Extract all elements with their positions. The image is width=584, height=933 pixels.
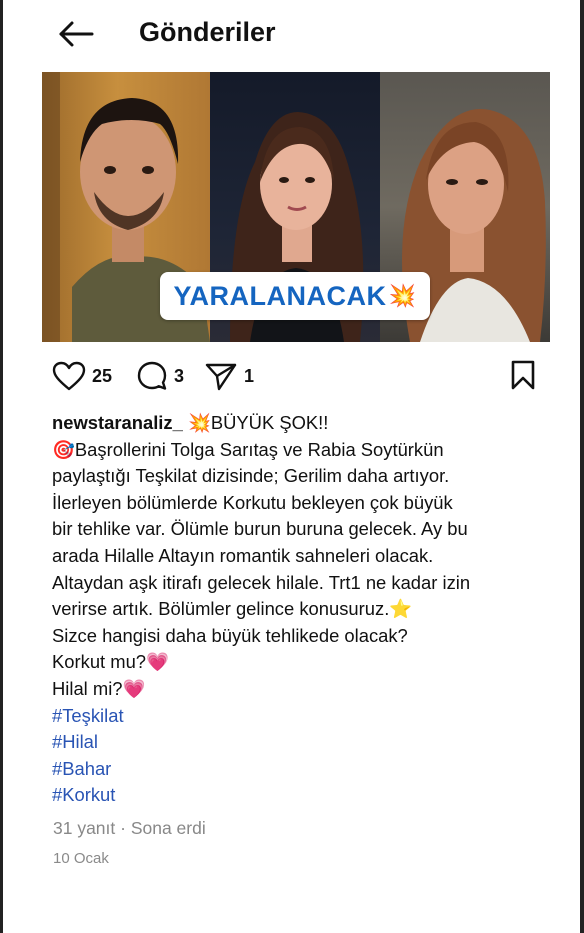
caption-line: Korkut mu?💗 xyxy=(52,651,169,673)
hashtag-link[interactable]: #Hilal xyxy=(52,729,542,756)
username-link[interactable]: newstaranaliz_ xyxy=(52,412,183,433)
send-icon xyxy=(205,363,237,391)
caption-line: Hilal mi?💗 xyxy=(52,677,146,699)
caption-line: arada Hilalle Altayın romantik sahneleri… xyxy=(52,544,434,566)
caption-line: Sizce hangisi daha büyük tehlikede olaca… xyxy=(52,624,408,646)
hashtag-link[interactable]: #Bahar xyxy=(52,756,542,783)
hashtag-link[interactable]: #Teşkilat xyxy=(52,703,542,730)
page-title: Gönderiler xyxy=(139,17,276,47)
back-button[interactable] xyxy=(54,14,98,54)
comment-icon xyxy=(137,361,167,390)
arrow-left-icon xyxy=(59,21,94,47)
post-image[interactable]: YARALANACAK 💥 xyxy=(42,72,550,342)
headline: 💥BÜYÜK ŞOK!! xyxy=(187,412,329,433)
caption-line: 🎯Başrollerini Tolga Sarıtaş ve Rabia Soy… xyxy=(52,438,444,460)
right-border xyxy=(580,0,584,933)
caption-first-line: newstaranaliz_ 💥BÜYÜK ŞOK!! xyxy=(52,410,542,437)
post-caption: newstaranaliz_ 💥BÜYÜK ŞOK!! 🎯Başrollerin… xyxy=(52,410,542,809)
like-button[interactable]: 25 xyxy=(52,356,112,396)
caption-line: verirse artık. Bölümler gelince konusuru… xyxy=(52,598,413,620)
hashtag-link[interactable]: #Korkut xyxy=(52,782,542,809)
caption-line: paylaştığı Teşkilat dizisinde; Gerilim d… xyxy=(52,465,450,487)
reply-status[interactable]: 31 yanıt · Sona erdi xyxy=(53,818,206,839)
caption-line: İlerleyen bölümlerde Korkutu bekleyen ço… xyxy=(52,491,453,513)
bookmark-icon xyxy=(511,360,535,390)
post-actions: 25 3 1 xyxy=(52,356,542,396)
left-border xyxy=(0,0,3,933)
heart-icon xyxy=(52,361,86,391)
comment-count: 3 xyxy=(174,365,185,386)
share-count: 1 xyxy=(244,365,255,386)
top-bar: Gönderiler xyxy=(0,0,584,68)
explosion-emoji: 💥 xyxy=(388,283,417,308)
bookmark-button[interactable] xyxy=(510,360,536,395)
post-date: 10 Ocak xyxy=(53,850,109,867)
caption-line: Altaydan aşk itirafı gelecek hilale. Trt… xyxy=(52,571,471,593)
like-count: 25 xyxy=(92,365,113,386)
caption-line: bir tehlike var. Ölümle burun buruna gel… xyxy=(52,518,468,540)
comment-button[interactable]: 3 xyxy=(136,356,184,396)
share-button[interactable]: 1 xyxy=(204,356,254,396)
overlay-caption: YARALANACAK 💥 xyxy=(160,272,430,320)
